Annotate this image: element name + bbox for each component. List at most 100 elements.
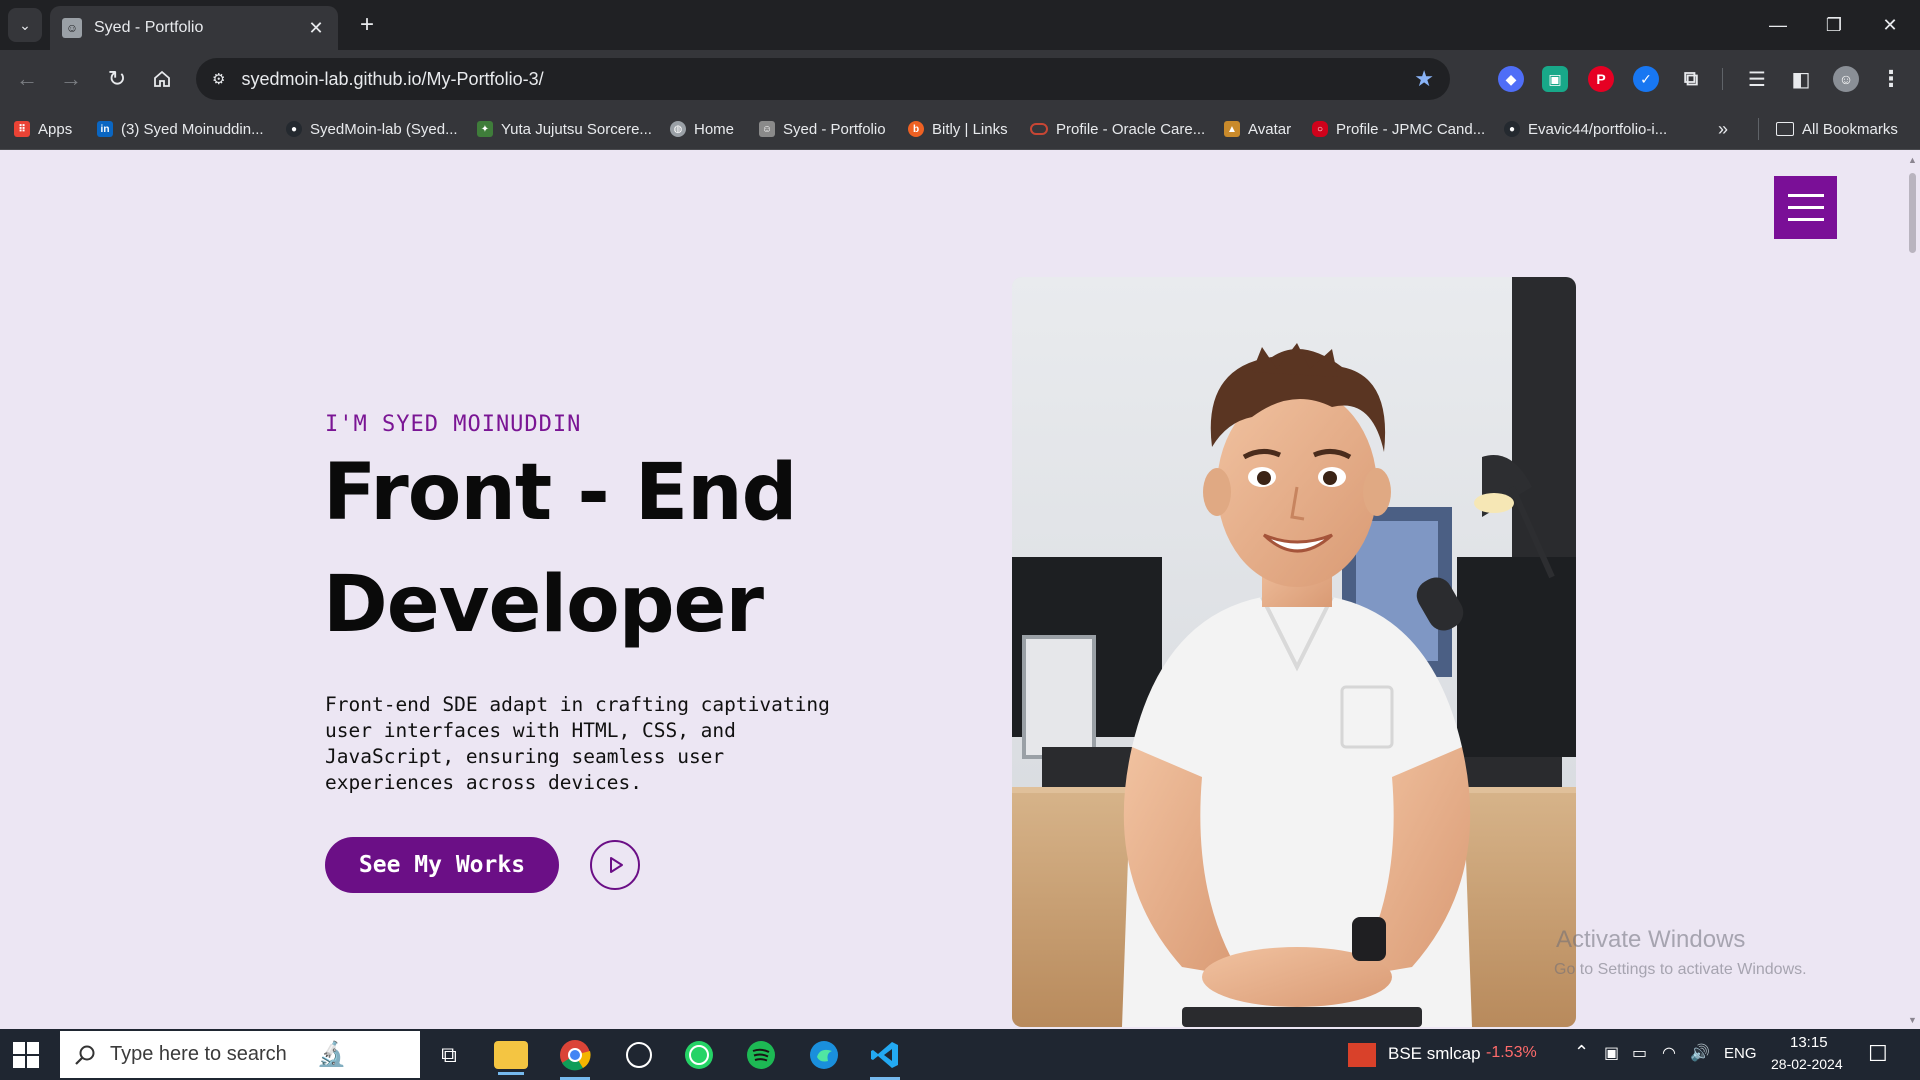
folder-icon bbox=[1776, 122, 1794, 136]
extensions-puzzle-icon[interactable]: ⧉ bbox=[1678, 66, 1704, 92]
extension-grammar-icon[interactable]: ▣ bbox=[1542, 66, 1568, 92]
all-bookmarks-button[interactable]: All Bookmarks bbox=[1776, 118, 1898, 140]
activate-windows-subtitle: Go to Settings to activate Windows. bbox=[1554, 961, 1807, 978]
hero-description: Front-end SDE adapt in crafting captivat… bbox=[325, 693, 830, 794]
bookmark-avatar[interactable]: ▲ Avatar bbox=[1224, 118, 1291, 140]
chrome-icon[interactable] bbox=[556, 1036, 594, 1080]
whatsapp-icon[interactable] bbox=[680, 1036, 718, 1074]
home-button[interactable] bbox=[147, 64, 177, 94]
bookmark-github-syedmoin[interactable]: ● SyedMoin-lab (Syed... bbox=[286, 118, 458, 140]
avatar-icon: ▲ bbox=[1224, 121, 1240, 137]
hamburger-menu-button[interactable] bbox=[1774, 176, 1837, 239]
bookmarks-overflow-icon[interactable]: » bbox=[1718, 118, 1728, 140]
hamburger-line bbox=[1787, 194, 1824, 197]
show-hidden-icons-icon[interactable]: ⌃ bbox=[1574, 1042, 1589, 1063]
portfolio-icon: ☺ bbox=[759, 121, 775, 137]
minimize-icon[interactable]: — bbox=[1758, 10, 1798, 40]
bookmark-label: Apps bbox=[38, 120, 73, 138]
chevron-down-icon: ⌄ bbox=[19, 16, 31, 33]
bookmark-yuta[interactable]: ✦ Yuta Jujutsu Sorcere... bbox=[477, 118, 652, 140]
bookmark-label: Yuta Jujutsu Sorcere... bbox=[501, 120, 652, 138]
page-scrollbar[interactable]: ▲ ▼ bbox=[1904, 151, 1920, 1029]
headline-line-2: Developer bbox=[323, 560, 764, 650]
github-icon: ● bbox=[1504, 121, 1520, 137]
bookmark-portfolio[interactable]: ☺ Syed - Portfolio bbox=[759, 118, 886, 140]
close-window-icon[interactable]: ✕ bbox=[1870, 10, 1910, 40]
play-video-button[interactable] bbox=[590, 840, 640, 890]
tab-search-button[interactable]: ⌄ bbox=[8, 8, 42, 42]
see-my-works-button[interactable]: See My Works bbox=[325, 837, 559, 893]
bookmark-label: Bitly | Links bbox=[932, 120, 1008, 138]
extension-check-icon[interactable]: ✓ bbox=[1633, 66, 1659, 92]
extension-shield-icon[interactable]: ◆ bbox=[1498, 66, 1524, 92]
headline-line-1: Front - End bbox=[323, 448, 798, 538]
browser-title-bar: ⌄ ☺ Syed - Portfolio ✕ + — ❐ ✕ bbox=[0, 0, 1920, 50]
hamburger-line bbox=[1787, 218, 1824, 221]
reading-list-icon[interactable]: ☰ bbox=[1744, 66, 1770, 92]
bookmark-label: (3) Syed Moinuddin... bbox=[121, 120, 264, 138]
tab-title: Syed - Portfolio bbox=[94, 19, 204, 36]
taskbar-search-box[interactable]: Type here to search 🔬 bbox=[60, 1031, 420, 1078]
close-tab-icon[interactable]: ✕ bbox=[306, 18, 326, 39]
back-button[interactable]: ← bbox=[12, 64, 42, 94]
profile-avatar[interactable]: ☺ bbox=[1833, 66, 1859, 92]
all-bookmarks-label: All Bookmarks bbox=[1802, 120, 1898, 138]
stock-name[interactable]: BSE smlcap bbox=[1388, 1044, 1481, 1064]
bookmark-label: Profile - Oracle Care... bbox=[1056, 120, 1206, 138]
scroll-up-icon[interactable]: ▲ bbox=[1908, 155, 1917, 165]
clock-date[interactable]: 28-02-2024 bbox=[1771, 1056, 1843, 1072]
notifications-icon[interactable]: ☐ bbox=[1868, 1041, 1888, 1067]
browser-toolbar: ← → ↻ ⚙ syedmoin-lab.github.io/My-Portfo… bbox=[0, 50, 1920, 108]
edge-icon[interactable] bbox=[805, 1036, 843, 1074]
file-explorer-icon[interactable] bbox=[494, 1041, 528, 1075]
bookmark-jpmc[interactable]: ○ Profile - JPMC Cand... bbox=[1312, 118, 1485, 140]
globe-icon: ◍ bbox=[670, 121, 686, 137]
bookmark-oracle[interactable]: Profile - Oracle Care... bbox=[1030, 118, 1205, 140]
device-icon[interactable]: ▣ bbox=[1604, 1043, 1619, 1063]
bookmark-apps[interactable]: ⠿ Apps bbox=[14, 118, 72, 140]
forward-button[interactable]: → bbox=[56, 64, 86, 94]
clock-time[interactable]: 13:15 bbox=[1790, 1034, 1828, 1051]
wifi-icon[interactable]: ◠ bbox=[1662, 1043, 1676, 1063]
github-icon: ● bbox=[286, 121, 302, 137]
language-indicator[interactable]: ENG bbox=[1724, 1045, 1757, 1062]
bookmark-label: Avatar bbox=[1248, 120, 1292, 138]
bookmark-separator bbox=[1758, 118, 1759, 140]
task-view-icon[interactable]: ⧉ bbox=[430, 1036, 468, 1074]
arrow-left-icon: ← bbox=[16, 66, 38, 91]
whatsapp-desktop-icon[interactable] bbox=[620, 1036, 658, 1074]
bookmark-evavic[interactable]: ● Evavic44/portfolio-i... bbox=[1504, 118, 1667, 140]
pinterest-icon[interactable]: P bbox=[1588, 66, 1614, 92]
spotify-icon[interactable] bbox=[742, 1036, 780, 1074]
toolbar-separator bbox=[1722, 68, 1723, 90]
bookmark-label: SyedMoin-lab (Syed... bbox=[310, 120, 458, 138]
new-tab-button[interactable]: + bbox=[352, 10, 382, 40]
windows-taskbar: Type here to search 🔬 ⧉ BSE smlcap -1.53… bbox=[0, 1029, 1920, 1080]
linkedin-icon: in bbox=[97, 121, 113, 137]
bookmark-home[interactable]: ◍ Home bbox=[670, 118, 734, 140]
windows-start-icon[interactable] bbox=[12, 1041, 40, 1069]
battery-icon[interactable]: ▭ bbox=[1632, 1043, 1647, 1063]
reload-button[interactable]: ↻ bbox=[102, 64, 132, 94]
restore-icon[interactable]: ❐ bbox=[1814, 10, 1854, 40]
site-info-icon[interactable]: ⚙ bbox=[212, 70, 225, 88]
scroll-down-icon[interactable]: ▼ bbox=[1908, 1015, 1917, 1025]
more-menu-icon[interactable]: ⋮ bbox=[1878, 66, 1904, 92]
developer-avatar-image bbox=[1012, 277, 1576, 1027]
volume-icon[interactable]: 🔊 bbox=[1690, 1043, 1710, 1063]
arrow-right-icon: → bbox=[60, 66, 82, 91]
bookmark-star-icon[interactable]: ★ bbox=[1414, 66, 1434, 92]
address-bar[interactable]: ⚙ syedmoin-lab.github.io/My-Portfolio-3/… bbox=[196, 58, 1450, 100]
play-icon bbox=[610, 857, 623, 873]
browser-tab-active[interactable]: ☺ Syed - Portfolio ✕ bbox=[50, 6, 338, 50]
stock-chart-icon[interactable] bbox=[1348, 1043, 1376, 1067]
bookmark-bitly[interactable]: b Bitly | Links bbox=[908, 118, 1008, 140]
scrollbar-thumb[interactable] bbox=[1909, 173, 1916, 253]
vscode-icon[interactable] bbox=[866, 1036, 904, 1080]
edge-logo bbox=[810, 1041, 838, 1069]
whatsapp-outline-icon bbox=[626, 1042, 652, 1068]
vscode-logo bbox=[871, 1042, 898, 1068]
side-panel-icon[interactable]: ◧ bbox=[1788, 66, 1814, 92]
oracle-icon bbox=[1030, 123, 1048, 135]
bookmark-linkedin[interactable]: in (3) Syed Moinuddin... bbox=[97, 118, 264, 140]
